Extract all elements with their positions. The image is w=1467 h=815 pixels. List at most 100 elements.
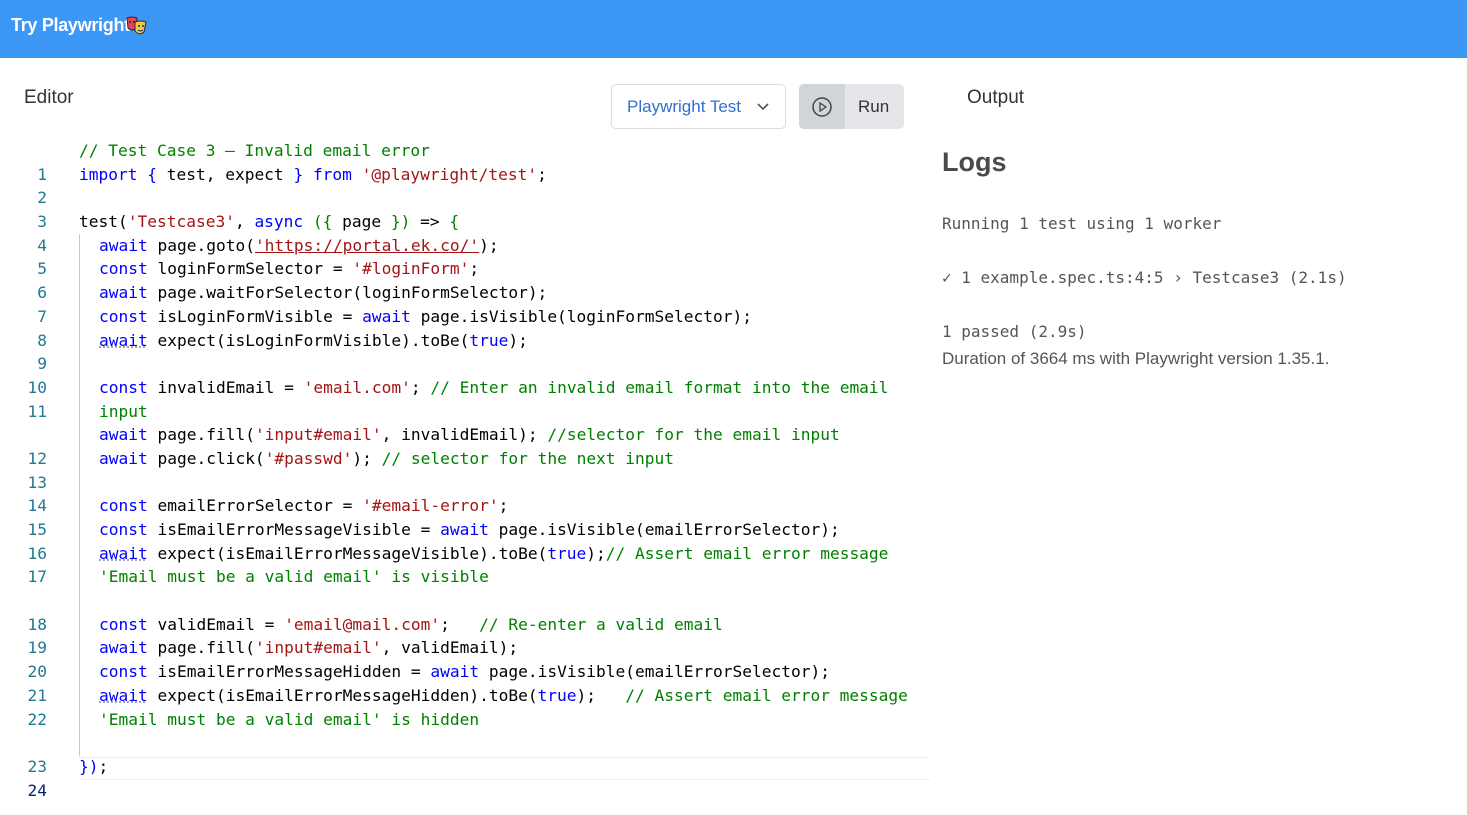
code-line: 5 await page.goto('https://portal.ek.co/…: [0, 234, 930, 279]
run-button-label: Run: [858, 96, 890, 116]
code-token: input: [99, 401, 148, 421]
code-token: test(: [79, 212, 128, 232]
code-token: // Test Case 3 – Invalid email error: [79, 141, 430, 160]
code-line: 3: [0, 186, 930, 231]
code-token: ;: [498, 496, 509, 516]
log-running: Running 1 test using 1 worker: [942, 214, 1222, 233]
code-token: expect(isEmailErrorMessageHidden).toBe(: [147, 685, 538, 705]
language-select[interactable]: Playwright Test: [611, 84, 786, 129]
code-token: from: [312, 164, 352, 184]
code-line: 12 await page.fill('input#email', invali…: [0, 423, 930, 468]
code-token: page.fill(: [147, 638, 255, 658]
code-token: 'Email must be a valid email' is visible: [99, 567, 489, 587]
code-line: 18: [0, 589, 930, 634]
log-test-result: ✓ 1 example.spec.ts:4:5 › Testcase3 (2.1…: [942, 268, 1347, 287]
code-token: 'email.com': [303, 377, 411, 397]
code-token: 'https://portal.ek.co/': [254, 235, 480, 255]
code-token: true: [537, 685, 577, 705]
code-token: const: [99, 520, 148, 540]
code-token: validEmail =: [147, 614, 285, 634]
code-token: 'email@mail.com': [284, 614, 441, 634]
code-token: true: [469, 330, 509, 350]
code-token: 'Testcase3': [127, 212, 235, 232]
code-token: import: [79, 164, 138, 184]
code-token: =>: [410, 212, 450, 232]
code-token: true: [547, 543, 587, 563]
line-number: 22: [27, 709, 48, 729]
code-token: page.isVisible(emailErrorSelector);: [479, 662, 830, 682]
code-token: , invalidEmail);: [381, 425, 548, 445]
code-token: expect(isLoginFormVisible).toBe(: [147, 330, 470, 350]
code-token: '#email-error': [362, 496, 499, 516]
code-token: ({: [312, 212, 333, 232]
code-token: );: [508, 330, 528, 350]
play-circle-icon: [812, 96, 832, 117]
code-token: page.goto(: [147, 235, 255, 255]
code-token: page.waitForSelector(loginFormSelector);: [147, 283, 548, 303]
code-token: await: [440, 520, 489, 540]
code-token: const: [99, 259, 148, 279]
code-token: isEmailErrorMessageHidden =: [147, 662, 431, 682]
code-line: 6 const loginFormSelector = '#loginForm'…: [0, 257, 930, 302]
code-token: page.isVisible(loginFormSelector);: [410, 306, 752, 326]
code-token: 'input#email': [254, 638, 382, 658]
code-token: await: [99, 425, 148, 445]
line-number: 17: [27, 567, 48, 587]
code-token: test, expect: [156, 164, 294, 184]
code-token: );: [479, 235, 499, 255]
code-token: const: [99, 496, 148, 516]
code-token: {: [449, 212, 460, 232]
code-token: ,: [234, 212, 255, 232]
code-line: 8 const isLoginFormVisible = await page.…: [0, 305, 930, 350]
code-token: }): [79, 756, 99, 776]
code-token: await: [99, 543, 148, 563]
code-token: }): [390, 212, 411, 232]
code-line-current: 24 });: [0, 755, 930, 800]
code-token: // Assert email error message: [625, 685, 908, 705]
code-token: );: [586, 543, 606, 563]
code-token: await: [99, 448, 148, 468]
code-token: async: [254, 212, 304, 232]
code-token: ;: [469, 259, 480, 279]
code-token: // selector for the next input: [381, 448, 675, 468]
code-token: isLoginFormVisible =: [147, 306, 363, 326]
run-button[interactable]: Run: [799, 84, 904, 129]
code-token: emailErrorSelector =: [147, 496, 363, 516]
code-token: await: [99, 685, 148, 705]
code-line: 15 const emailErrorSelector = '#email-er…: [0, 494, 930, 539]
line-number: 11: [27, 401, 48, 421]
code-token: const: [99, 306, 148, 326]
code-token: await: [430, 662, 480, 682]
code-line: 7 await page.waitForSelector(loginFormSe…: [0, 281, 930, 326]
code-token: page.click(: [147, 448, 265, 468]
code-token: );: [352, 448, 382, 468]
code-token: isEmailErrorMessageVisible =: [147, 520, 441, 540]
code-editor[interactable]: 1 // Test Case 3 – Invalid email error 2…: [0, 139, 930, 800]
code-line: 22 await expect(isEmailErrorMessageHidde…: [0, 684, 930, 731]
top-bar: Try Playwright: [0, 0, 1467, 58]
code-line: 17 await expect(isEmailErrorMessageVisib…: [0, 542, 930, 589]
app-title[interactable]: Try Playwright: [11, 15, 130, 36]
code-token: '#loginForm': [352, 259, 470, 279]
code-line: 14: [0, 471, 930, 515]
code-token: ;: [537, 164, 547, 184]
code-line: 4 test('Testcase3', async ({ page }) => …: [0, 210, 930, 255]
code-line: 9 await expect(isLoginFormVisible).toBe(…: [0, 329, 930, 374]
code-token: ;: [410, 377, 431, 397]
output-heading: Output: [967, 87, 1025, 108]
code-token: {: [147, 164, 157, 184]
chevron-down-icon: [757, 103, 769, 111]
code-token: expect(isEmailErrorMessageVisible).toBe(: [147, 543, 548, 563]
code-line: 23: [0, 731, 930, 776]
code-token: // Re-enter a valid email: [479, 614, 723, 634]
code-token: await: [99, 330, 148, 350]
code-token: page.isVisible(emailErrorSelector);: [488, 520, 840, 540]
code-token: const: [99, 614, 148, 634]
code-token: 'input#email': [254, 425, 382, 445]
run-icon-wrap: [799, 84, 845, 129]
theater-masks-icon: [126, 16, 147, 35]
code-token: '#passwd': [264, 448, 353, 468]
code-token: await: [99, 638, 148, 658]
code-line: 21 const isEmailErrorMessageHidden = awa…: [0, 660, 930, 705]
code-token: // Enter an invalid email format into th…: [430, 377, 889, 397]
